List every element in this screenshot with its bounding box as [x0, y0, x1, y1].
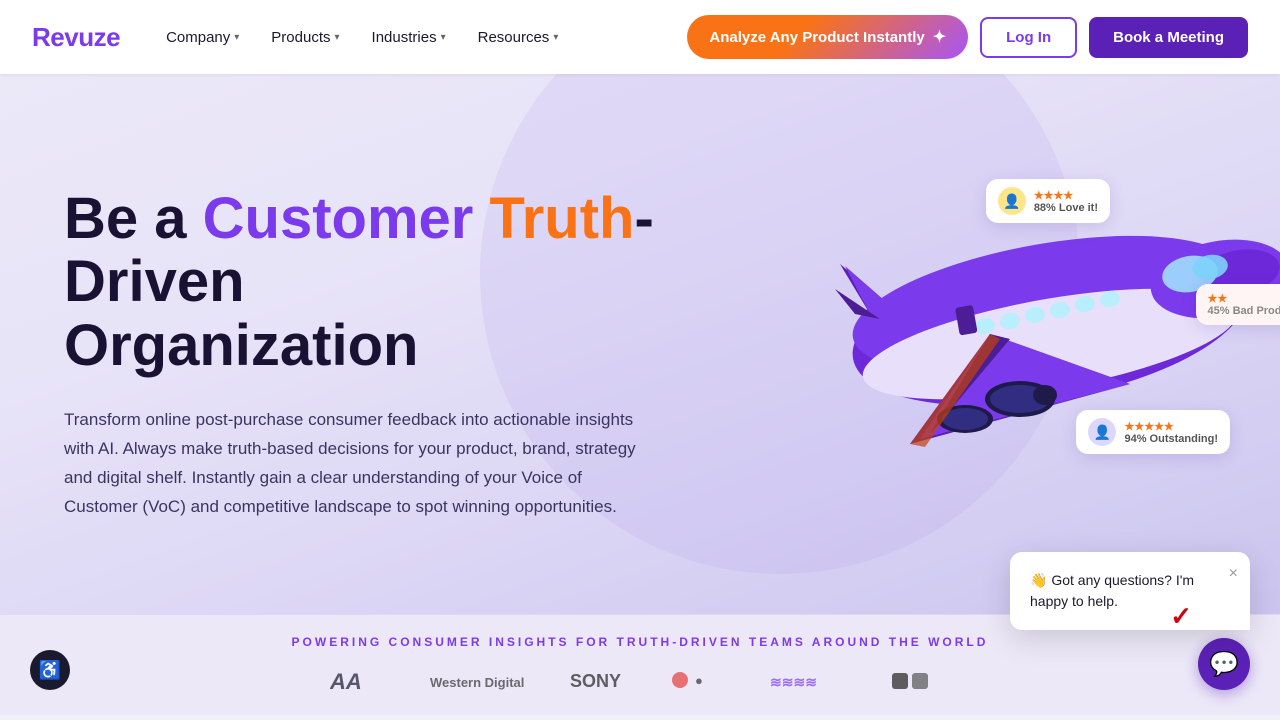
navbar: Revuze Company ▾ Products ▾ Industries ▾… [0, 0, 1280, 74]
svg-text:AA: AA [330, 669, 362, 694]
logo-vuze: vuze [64, 22, 120, 53]
chevron-down-icon: ▾ [441, 32, 446, 43]
logo-aa: AA [330, 665, 390, 695]
svg-text:≋≋≋≋: ≋≋≋≋ [770, 674, 817, 690]
nav-resources[interactable]: Resources ▾ [464, 21, 573, 54]
hero-customer-word: Customer [203, 186, 474, 251]
review-label-3: 94% Outstanding! [1124, 433, 1218, 445]
hero-section: Be a Customer Truth-DrivenOrganization T… [0, 74, 1280, 614]
nav-industries[interactable]: Industries ▾ [358, 21, 460, 54]
hero-illustration: 👤 ★★★★ 88% Love it! ★★ 45% Bad Product 👤… [750, 84, 1280, 604]
hero-left: Be a Customer Truth-DrivenOrganization T… [64, 187, 724, 522]
close-icon[interactable]: × [1229, 562, 1238, 586]
chat-widget: × 👋 Got any questions? I'm happy to help… [1198, 638, 1250, 690]
nav-company[interactable]: Company ▾ [152, 21, 253, 54]
review-card-1: 👤 ★★★★ 88% Love it! [986, 179, 1110, 223]
nav-products[interactable]: Products ▾ [257, 21, 353, 54]
review-label-1: 88% Love it! [1034, 202, 1098, 214]
book-meeting-button[interactable]: Book a Meeting [1089, 17, 1248, 58]
logo-western-digital: Western Digital [430, 665, 530, 695]
logo-5: ≋≋≋≋ [770, 665, 850, 695]
accessibility-icon: ♿ [39, 660, 61, 681]
powering-label: POWERING CONSUMER INSIGHTS FOR TRUTH-DRI… [64, 635, 1216, 649]
chevron-down-icon: ▾ [553, 32, 558, 43]
hero-truth-word: Truth [473, 186, 634, 251]
site-logo[interactable]: Revuze [32, 22, 120, 53]
analyze-button[interactable]: Analyze Any Product Instantly ✦ [687, 15, 968, 59]
sparkle-icon: ✦ [933, 27, 946, 47]
login-button[interactable]: Log In [980, 17, 1077, 58]
logo-4: ● [670, 665, 730, 695]
verizon-logo: ✓ [1170, 602, 1192, 632]
logo-sony: SONY [570, 665, 630, 695]
hero-heading: Be a Customer Truth-DrivenOrganization [64, 187, 724, 378]
logo-6 [890, 665, 950, 695]
logos-row: AA Western Digital SONY ● ≋≋≋≋ [64, 665, 1216, 695]
avatar-2: 👤 [1088, 418, 1116, 446]
accessibility-button[interactable]: ♿ [30, 650, 70, 690]
chat-bubble: × 👋 Got any questions? I'm happy to help… [1010, 552, 1250, 630]
nav-links: Company ▾ Products ▾ Industries ▾ Resour… [152, 21, 679, 54]
chevron-down-icon: ▾ [335, 32, 340, 43]
chat-message: 👋 Got any questions? I'm happy to help. [1030, 570, 1230, 612]
review-label-2: 45% Bad Product [1208, 305, 1280, 317]
svg-text:Western Digital: Western Digital [430, 675, 524, 690]
avatar-1: 👤 [998, 187, 1026, 215]
chevron-down-icon: ▾ [234, 32, 239, 43]
svg-text:SONY: SONY [570, 671, 621, 691]
logo-re: Re [32, 22, 64, 53]
chat-open-button[interactable]: 💬 [1198, 638, 1250, 690]
svg-text:●: ● [695, 673, 703, 688]
review-card-2: ★★ 45% Bad Product [1196, 284, 1280, 325]
review-card-3: 👤 ★★★★★ 94% Outstanding! [1076, 410, 1230, 454]
hero-description: Transform online post-purchase consumer … [64, 406, 644, 522]
nav-cta-group: Analyze Any Product Instantly ✦ Log In B… [687, 15, 1248, 59]
